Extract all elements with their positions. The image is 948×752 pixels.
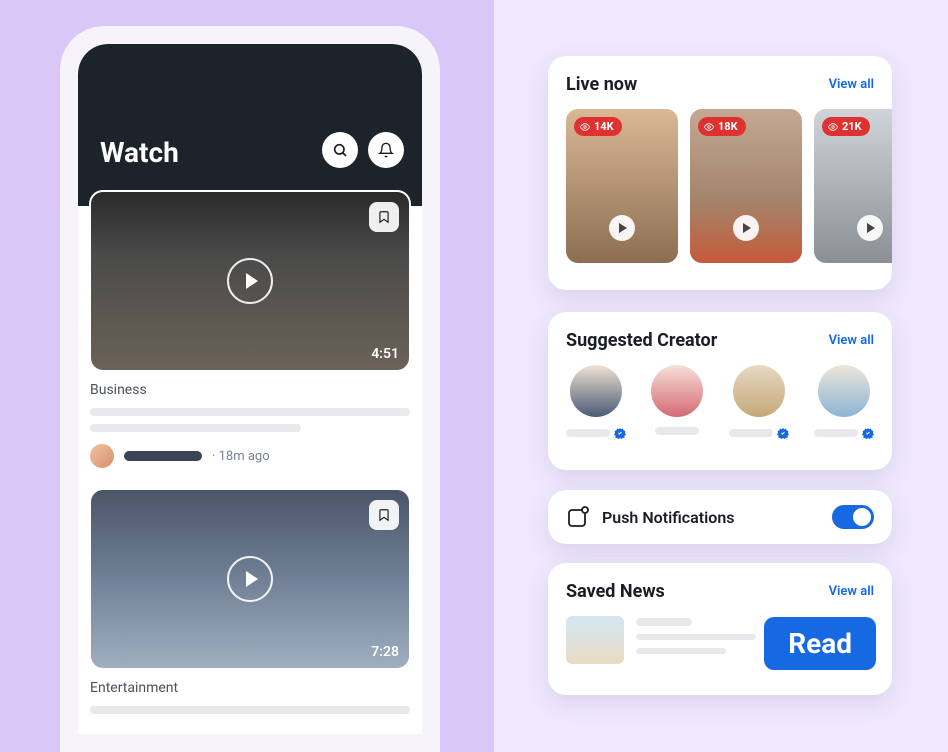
- author-name-placeholder: [124, 451, 202, 461]
- creator-item[interactable]: [814, 365, 874, 439]
- creator-avatar: [651, 365, 703, 417]
- play-button[interactable]: [227, 258, 273, 304]
- viewer-count: 21K: [842, 120, 862, 133]
- author-avatar[interactable]: [90, 444, 114, 468]
- viewer-badge: 21K: [822, 117, 870, 136]
- search-icon: [332, 142, 348, 158]
- play-icon: [246, 273, 258, 289]
- phone-screen: Watch 4:51 Business: [78, 44, 422, 734]
- creator-avatar: [818, 365, 870, 417]
- bell-icon: [378, 142, 394, 158]
- verified-icon: [614, 427, 626, 439]
- viewer-count: 18K: [718, 120, 738, 133]
- video-card: 4:51 Business · 18m ago: [78, 190, 422, 468]
- video-category: Entertainment: [90, 680, 422, 696]
- saved-item[interactable]: Read: [566, 616, 874, 664]
- eye-icon: [704, 122, 714, 132]
- creator-item[interactable]: [651, 365, 703, 439]
- header-actions: [322, 132, 404, 168]
- play-icon: [857, 215, 883, 241]
- creator-list: [566, 365, 874, 439]
- video-feed: 4:51 Business · 18m ago: [78, 190, 422, 734]
- creator-avatar: [733, 365, 785, 417]
- live-now-card: Live now View all 14K 18K 21K: [548, 56, 892, 290]
- viewer-badge: 18K: [698, 117, 746, 136]
- saved-title: Saved News: [566, 581, 665, 602]
- creator-view-all[interactable]: View all: [829, 333, 874, 348]
- play-icon: [733, 215, 759, 241]
- live-stream-item[interactable]: 18K: [690, 109, 802, 263]
- push-toggle[interactable]: [832, 505, 874, 529]
- viewer-badge: 14K: [574, 117, 622, 136]
- play-button[interactable]: [227, 556, 273, 602]
- page-title: Watch: [100, 136, 179, 169]
- push-label: Push Notifications: [602, 508, 734, 527]
- video-card: 7:28 Entertainment: [78, 488, 422, 714]
- notifications-button[interactable]: [368, 132, 404, 168]
- video-category: Business: [90, 382, 422, 398]
- video-time-ago: · 18m ago: [212, 449, 270, 464]
- bookmark-icon: [377, 507, 391, 523]
- play-icon: [246, 571, 258, 587]
- creator-name-placeholder: [655, 427, 699, 435]
- title-placeholder: [90, 408, 410, 432]
- verified-icon: [862, 427, 874, 439]
- search-button[interactable]: [322, 132, 358, 168]
- creator-title: Suggested Creator: [566, 330, 717, 351]
- bookmark-button[interactable]: [369, 500, 399, 530]
- eye-icon: [828, 122, 838, 132]
- push-notifications-card: Push Notifications: [548, 490, 892, 544]
- creator-avatar: [570, 365, 622, 417]
- video-thumbnail[interactable]: 7:28: [89, 488, 411, 670]
- verified-icon: [777, 427, 789, 439]
- author-row: · 18m ago: [90, 444, 410, 468]
- phone-frame: Watch 4:51 Business: [60, 26, 440, 752]
- notification-box-icon: [566, 505, 590, 529]
- title-placeholder: [90, 706, 410, 714]
- bookmark-button[interactable]: [369, 202, 399, 232]
- read-button[interactable]: Read: [764, 617, 876, 670]
- video-duration: 7:28: [371, 644, 399, 660]
- eye-icon: [580, 122, 590, 132]
- saved-view-all[interactable]: View all: [829, 584, 874, 599]
- saved-news-card: Saved News View all Read: [548, 563, 892, 695]
- live-view-all[interactable]: View all: [829, 77, 874, 92]
- video-duration: 4:51: [371, 346, 399, 362]
- live-stream-list: 14K 18K 21K: [566, 109, 892, 263]
- creator-name-placeholder: [729, 429, 773, 437]
- suggested-creator-card: Suggested Creator View all: [548, 312, 892, 470]
- live-stream-item[interactable]: 14K: [566, 109, 678, 263]
- creator-name-placeholder: [566, 429, 610, 437]
- live-title: Live now: [566, 74, 637, 95]
- live-stream-item[interactable]: 21K: [814, 109, 892, 263]
- watch-header: Watch: [78, 44, 422, 206]
- bookmark-icon: [377, 209, 391, 225]
- video-thumbnail[interactable]: 4:51: [89, 190, 411, 372]
- saved-thumbnail: [566, 616, 624, 664]
- viewer-count: 14K: [594, 120, 614, 133]
- play-icon: [609, 215, 635, 241]
- creator-item[interactable]: [729, 365, 789, 439]
- creator-name-placeholder: [814, 429, 858, 437]
- creator-item[interactable]: [566, 365, 626, 439]
